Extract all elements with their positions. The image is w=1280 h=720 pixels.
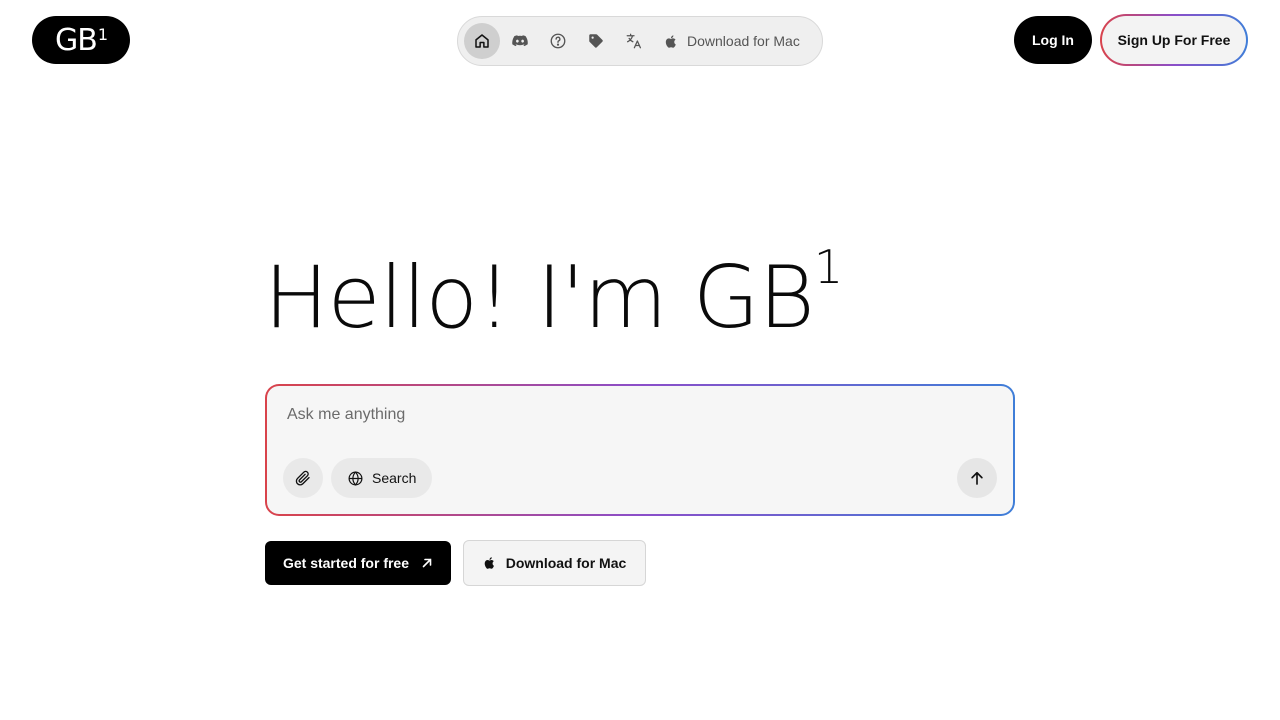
hero-title-superscript: 1 (813, 240, 843, 295)
home-icon (475, 34, 489, 48)
arrow-up-icon (971, 471, 983, 485)
nav-home-button[interactable] (464, 23, 500, 59)
hero-title-text: Hello! I'm GB (264, 248, 815, 348)
globe-icon (348, 470, 363, 486)
web-search-toggle[interactable]: Search (331, 458, 433, 498)
login-button[interactable]: Log In (1014, 16, 1092, 64)
nav-pricing-button[interactable] (578, 23, 614, 59)
help-circle-icon (550, 33, 566, 49)
top-nav: Download for Mac (457, 16, 823, 66)
signup-button[interactable]: Sign Up For Free (1102, 16, 1246, 64)
paperclip-icon (295, 470, 310, 486)
nav-download-mac-button[interactable]: Download for Mac (658, 23, 806, 59)
prompt-box: Search (267, 386, 1013, 514)
logo-text: GB (54, 22, 98, 58)
signup-button-border: Sign Up For Free (1100, 14, 1248, 66)
nav-discord-button[interactable] (502, 23, 538, 59)
logo-superscript: 1 (97, 24, 108, 44)
download-mac-button[interactable]: Download for Mac (463, 540, 646, 586)
prompt-box-border: Search (265, 384, 1015, 516)
page: GB 1 Download for Mac Log In Sign Up For … (0, 0, 1280, 720)
nav-language-button[interactable] (616, 23, 652, 59)
download-mac-label: Download for Mac (505, 555, 627, 571)
discord-icon (512, 35, 528, 47)
get-started-label: Get started for free (282, 555, 410, 571)
prompt-input[interactable] (287, 402, 987, 428)
apple-icon (665, 34, 676, 48)
translate-icon (626, 33, 642, 49)
arrow-up-right-icon (422, 558, 432, 568)
nav-help-button[interactable] (540, 23, 576, 59)
search-label: Search (372, 470, 417, 486)
apple-icon (484, 557, 494, 569)
get-started-button[interactable]: Get started for free (265, 541, 451, 585)
logo[interactable]: GB 1 (32, 16, 130, 64)
hero-title: Hello! I'm GB1 (264, 240, 843, 348)
nav-download-label: Download for Mac (687, 33, 800, 49)
attach-file-button[interactable] (283, 458, 323, 498)
send-button[interactable] (957, 458, 997, 498)
tag-icon (589, 34, 603, 48)
